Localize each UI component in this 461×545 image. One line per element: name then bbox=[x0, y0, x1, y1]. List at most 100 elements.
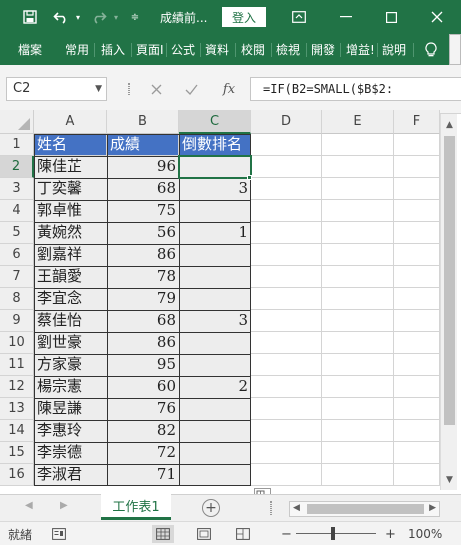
cell-e15[interactable] bbox=[322, 442, 394, 464]
cell-f16[interactable] bbox=[394, 464, 440, 486]
cell-e10[interactable] bbox=[322, 332, 394, 354]
cell-c14[interactable] bbox=[179, 420, 251, 442]
row-header-5[interactable]: 5 bbox=[0, 222, 34, 244]
cell-b11[interactable]: 95 bbox=[107, 354, 179, 376]
add-sheet-icon[interactable]: + bbox=[202, 499, 220, 517]
cell-f11[interactable] bbox=[394, 354, 440, 376]
cell-e8[interactable] bbox=[322, 288, 394, 310]
next-sheet-icon[interactable]: ▶ bbox=[60, 500, 68, 511]
cell-b6[interactable]: 86 bbox=[107, 244, 179, 266]
cell-a16[interactable]: 李淑君 bbox=[34, 464, 107, 486]
cell-b2[interactable]: 96 bbox=[107, 156, 179, 178]
tab-review[interactable]: 校閱 bbox=[241, 34, 265, 65]
cell-d14[interactable] bbox=[251, 420, 322, 442]
cell-c3[interactable]: 3 bbox=[179, 178, 251, 200]
vertical-scroll-thumb[interactable] bbox=[444, 136, 455, 425]
column-header-e[interactable]: E bbox=[322, 110, 394, 134]
cell-f13[interactable] bbox=[394, 398, 440, 420]
minimize-icon[interactable] bbox=[335, 0, 357, 34]
close-icon[interactable] bbox=[426, 0, 448, 34]
cell-d8[interactable] bbox=[251, 288, 322, 310]
cell-e14[interactable] bbox=[322, 420, 394, 442]
cell-d10[interactable] bbox=[251, 332, 322, 354]
cell-c8[interactable] bbox=[179, 288, 251, 310]
cell-d12[interactable] bbox=[251, 376, 322, 398]
redo-dropdown-icon[interactable]: ▾ bbox=[111, 0, 121, 34]
header-cell-c[interactable]: 倒數排名 bbox=[179, 134, 251, 156]
cell-e13[interactable] bbox=[322, 398, 394, 420]
row-header-8[interactable]: 8 bbox=[0, 288, 34, 310]
cell-e9[interactable] bbox=[322, 310, 394, 332]
cell-d5[interactable] bbox=[251, 222, 322, 244]
row-header-2[interactable]: 2 bbox=[0, 156, 34, 178]
fill-handle[interactable] bbox=[247, 175, 252, 180]
chevron-down-icon[interactable]: ▼ bbox=[95, 78, 102, 100]
cell-f15[interactable] bbox=[394, 442, 440, 464]
cell-f10[interactable] bbox=[394, 332, 440, 354]
cell-d3[interactable] bbox=[251, 178, 322, 200]
cell-e2[interactable] bbox=[322, 156, 394, 178]
cell-a6[interactable]: 劉嘉祥 bbox=[34, 244, 107, 266]
zoom-slider-track[interactable] bbox=[296, 533, 376, 534]
cell-c4[interactable] bbox=[179, 200, 251, 222]
row-header-6[interactable]: 6 bbox=[0, 244, 34, 266]
formula-bar-grip[interactable] bbox=[128, 83, 130, 95]
cell-d11[interactable] bbox=[251, 354, 322, 376]
cell-c10[interactable] bbox=[179, 332, 251, 354]
cell-f4[interactable] bbox=[394, 200, 440, 222]
cell-d6[interactable] bbox=[251, 244, 322, 266]
select-all-corner[interactable] bbox=[0, 110, 34, 134]
cell-c15[interactable] bbox=[179, 442, 251, 464]
cell-c16[interactable] bbox=[179, 464, 251, 486]
horizontal-scroll-thumb[interactable] bbox=[307, 504, 424, 514]
vertical-scrollbar[interactable]: ▲ ▼ bbox=[440, 114, 457, 490]
cell-a4[interactable]: 郭卓惟 bbox=[34, 200, 107, 222]
column-header-f[interactable]: F bbox=[394, 110, 440, 134]
cell-f14[interactable] bbox=[394, 420, 440, 442]
cell-c6[interactable] bbox=[179, 244, 251, 266]
cell-b8[interactable]: 79 bbox=[107, 288, 179, 310]
cell-d13[interactable] bbox=[251, 398, 322, 420]
cell-f9[interactable] bbox=[394, 310, 440, 332]
cell-b5[interactable]: 56 bbox=[107, 222, 179, 244]
cell-f8[interactable] bbox=[394, 288, 440, 310]
header-cell-a[interactable]: 姓名 bbox=[34, 134, 107, 156]
cell-b10[interactable]: 86 bbox=[107, 332, 179, 354]
cell-e4[interactable] bbox=[322, 200, 394, 222]
cell-b14[interactable]: 82 bbox=[107, 420, 179, 442]
column-header-a[interactable]: A bbox=[34, 110, 107, 134]
cell-f7[interactable] bbox=[394, 266, 440, 288]
cell-e12[interactable] bbox=[322, 376, 394, 398]
horizontal-scrollbar[interactable]: ◀ ▶ bbox=[289, 501, 440, 517]
cell-e1[interactable] bbox=[322, 134, 394, 156]
cell-a15[interactable]: 李崇德 bbox=[34, 442, 107, 464]
cell-a10[interactable]: 劉世豪 bbox=[34, 332, 107, 354]
tab-home[interactable]: 常用 bbox=[65, 34, 89, 65]
row-header-4[interactable]: 4 bbox=[0, 200, 34, 222]
cancel-icon[interactable] bbox=[146, 77, 166, 101]
cell-f6[interactable] bbox=[394, 244, 440, 266]
cell-a8[interactable]: 李宜念 bbox=[34, 288, 107, 310]
cell-a11[interactable]: 方家豪 bbox=[34, 354, 107, 376]
accessibility-icon[interactable] bbox=[52, 522, 66, 545]
cell-b13[interactable]: 76 bbox=[107, 398, 179, 420]
cell-a3[interactable]: 丁奕馨 bbox=[34, 178, 107, 200]
normal-view-icon[interactable] bbox=[152, 525, 174, 543]
cell-f1[interactable] bbox=[394, 134, 440, 156]
row-header-10[interactable]: 10 bbox=[0, 332, 34, 354]
cell-d16[interactable] bbox=[251, 464, 322, 486]
tab-page-layout[interactable]: 頁面I bbox=[136, 34, 164, 65]
lightbulb-icon[interactable] bbox=[425, 34, 437, 65]
cell-b12[interactable]: 60 bbox=[107, 376, 179, 398]
scroll-up-icon[interactable]: ▲ bbox=[441, 116, 458, 133]
cell-c11[interactable] bbox=[179, 354, 251, 376]
cell-c7[interactable] bbox=[179, 266, 251, 288]
zoom-out-button[interactable]: − bbox=[281, 522, 292, 545]
row-header-12[interactable]: 12 bbox=[0, 376, 34, 398]
cell-a7[interactable]: 王韻愛 bbox=[34, 266, 107, 288]
cell-f5[interactable] bbox=[394, 222, 440, 244]
tab-split-grip[interactable] bbox=[270, 501, 272, 515]
ribbon-scroll-right[interactable] bbox=[449, 34, 461, 65]
cell-e6[interactable] bbox=[322, 244, 394, 266]
tab-formulas[interactable]: 公式 bbox=[171, 34, 195, 65]
